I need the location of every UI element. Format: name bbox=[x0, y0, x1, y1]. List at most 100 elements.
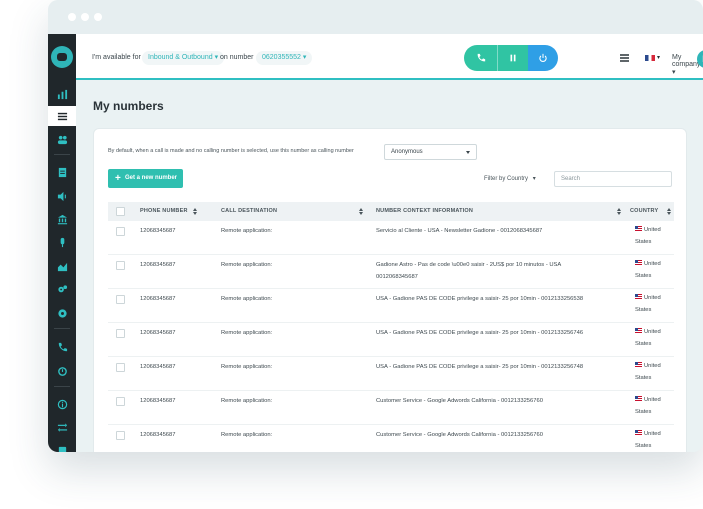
row-destination: Remote application: bbox=[221, 364, 273, 370]
gears-icon bbox=[57, 284, 67, 292]
row-context-line: Servicio al Cliente - USA - Newsletter G… bbox=[376, 228, 543, 234]
table-row[interactable]: 12068345687 Remote application: Customer S… bbox=[108, 425, 674, 452]
sidebar-item-history[interactable] bbox=[48, 361, 76, 381]
row-phone: 12068345687 bbox=[140, 296, 176, 302]
speaker-icon bbox=[57, 191, 66, 201]
select-all-checkbox[interactable] bbox=[116, 207, 125, 216]
pause-button[interactable] bbox=[497, 45, 528, 71]
gear-icon bbox=[57, 308, 67, 318]
numbers-card: By default, when a call is made and no c… bbox=[93, 128, 687, 452]
table-header: PHONE NUMBER CALL DESTINATION NUMBER CON… bbox=[108, 202, 674, 221]
row-country-line: United bbox=[644, 397, 661, 403]
table-row[interactable]: 12068345687 Remote application: Servicio a… bbox=[108, 221, 674, 255]
list-view-icon[interactable] bbox=[620, 54, 629, 62]
sidebar-item-sound[interactable] bbox=[48, 186, 76, 206]
row-phone: 12068345687 bbox=[140, 432, 176, 438]
bar-chart-icon bbox=[57, 89, 67, 99]
row-country-line: States bbox=[635, 273, 652, 279]
row-country-line: States bbox=[635, 307, 652, 313]
row-country: United States bbox=[635, 428, 661, 452]
page-title: My numbers bbox=[93, 99, 164, 113]
country-filter-label: Filter by Country bbox=[484, 176, 529, 182]
availability-mode-select[interactable]: Inbound & Outbound ▾ bbox=[142, 51, 225, 65]
sidebar-item-more[interactable] bbox=[48, 440, 76, 452]
sort-icon[interactable] bbox=[667, 208, 672, 215]
us-flag-icon bbox=[635, 362, 642, 367]
history-icon bbox=[57, 366, 67, 376]
plus-icon: + bbox=[115, 173, 121, 184]
numbers-table: PHONE NUMBER CALL DESTINATION NUMBER CON… bbox=[108, 202, 674, 452]
table-row[interactable]: 12068345687 Remote application: USA - Gadi… bbox=[108, 357, 674, 391]
table-row[interactable]: 12068345687 Remote application: USA - Gadi… bbox=[108, 323, 674, 357]
more-icon bbox=[58, 446, 66, 452]
sidebar-item-settings[interactable] bbox=[48, 303, 76, 323]
sidebar-item-transfer[interactable] bbox=[48, 417, 76, 437]
row-context: Customer Service - Google Adwords Califo… bbox=[376, 395, 616, 407]
row-country: United States bbox=[635, 394, 661, 418]
table-row[interactable]: 12068345687 Remote application: Customer S… bbox=[108, 391, 674, 425]
language-select[interactable]: ▾ bbox=[645, 54, 660, 61]
row-checkbox[interactable] bbox=[116, 295, 125, 304]
chevron-down-icon: ▾ bbox=[214, 54, 219, 61]
sort-icon[interactable] bbox=[359, 208, 364, 215]
sidebar-item-numbers[interactable] bbox=[48, 106, 76, 126]
row-checkbox[interactable] bbox=[116, 363, 125, 372]
country-filter[interactable]: Filter by Country ▾ bbox=[484, 175, 536, 182]
sort-icon[interactable] bbox=[617, 208, 622, 215]
chevron-down-icon: ▾ bbox=[672, 69, 676, 76]
sidebar bbox=[48, 34, 76, 452]
header-context[interactable]: NUMBER CONTEXT INFORMATION bbox=[376, 202, 473, 221]
availability-mode-value: Inbound & Outbound bbox=[148, 54, 213, 61]
row-destination: Remote application: bbox=[221, 432, 273, 438]
chevron-down-icon: ▾ bbox=[302, 54, 307, 61]
row-country-line: States bbox=[635, 341, 652, 347]
list-icon bbox=[57, 112, 67, 120]
row-checkbox[interactable] bbox=[116, 431, 125, 440]
bank-icon bbox=[57, 214, 67, 224]
on-number-label: on number bbox=[220, 54, 254, 61]
table-row[interactable]: 12068345687 Remote application: Gadione As… bbox=[108, 255, 674, 289]
microphone-icon bbox=[60, 237, 64, 247]
us-flag-icon bbox=[635, 430, 642, 435]
sidebar-item-analytics[interactable] bbox=[48, 256, 76, 276]
row-context: USA - Gadione PAS DE CODE privilege a sa… bbox=[376, 293, 616, 305]
row-context: USA - Gadione PAS DE CODE privilege a sa… bbox=[376, 327, 616, 339]
sidebar-item-calls[interactable] bbox=[48, 337, 76, 357]
sidebar-item-documents[interactable] bbox=[48, 162, 76, 182]
add-number-button[interactable]: + Get a new number bbox=[108, 169, 183, 188]
default-number-text: By default, when a call is made and no c… bbox=[108, 148, 354, 154]
sort-icon[interactable] bbox=[193, 208, 198, 215]
number-select[interactable]: 0620355552 ▾ bbox=[256, 51, 313, 65]
row-checkbox[interactable] bbox=[116, 261, 125, 270]
search-input[interactable]: Search bbox=[554, 171, 672, 187]
header-destination[interactable]: CALL DESTINATION bbox=[221, 202, 277, 221]
row-checkbox[interactable] bbox=[116, 329, 125, 338]
row-destination: Remote application: bbox=[221, 330, 273, 336]
power-icon bbox=[539, 53, 547, 62]
calling-number-select[interactable]: Anonymous bbox=[384, 144, 477, 160]
french-flag-icon bbox=[645, 54, 655, 61]
call-button[interactable] bbox=[464, 45, 497, 71]
area-chart-icon bbox=[57, 262, 67, 271]
sidebar-item-users[interactable] bbox=[48, 129, 76, 149]
chevron-down-icon: ▾ bbox=[657, 55, 661, 61]
row-checkbox[interactable] bbox=[116, 227, 125, 236]
table-row[interactable]: 12068345687 Remote application: USA - Gadi… bbox=[108, 289, 674, 323]
window-dot-1 bbox=[68, 13, 76, 21]
top-bar: I'm available for Inbound & Outbound ▾ o… bbox=[76, 34, 703, 80]
phone-icon bbox=[477, 53, 485, 62]
sidebar-item-info[interactable] bbox=[48, 394, 76, 414]
header-phone[interactable]: PHONE NUMBER bbox=[140, 202, 188, 221]
sidebar-item-microphone[interactable] bbox=[48, 232, 76, 252]
header-country[interactable]: COUNTRY bbox=[630, 202, 658, 221]
row-country-line: States bbox=[635, 375, 652, 381]
row-phone: 12068345687 bbox=[140, 364, 176, 370]
sidebar-item-stats[interactable] bbox=[48, 84, 76, 104]
sidebar-item-bank[interactable] bbox=[48, 209, 76, 229]
row-country-line: United bbox=[644, 329, 661, 335]
sidebar-divider bbox=[54, 328, 70, 329]
power-button[interactable] bbox=[528, 45, 558, 71]
row-context-line: Gadione Astro - Pas de code \u00e0 saisi… bbox=[376, 262, 562, 268]
row-checkbox[interactable] bbox=[116, 397, 125, 406]
sidebar-item-integrations[interactable] bbox=[48, 279, 76, 299]
